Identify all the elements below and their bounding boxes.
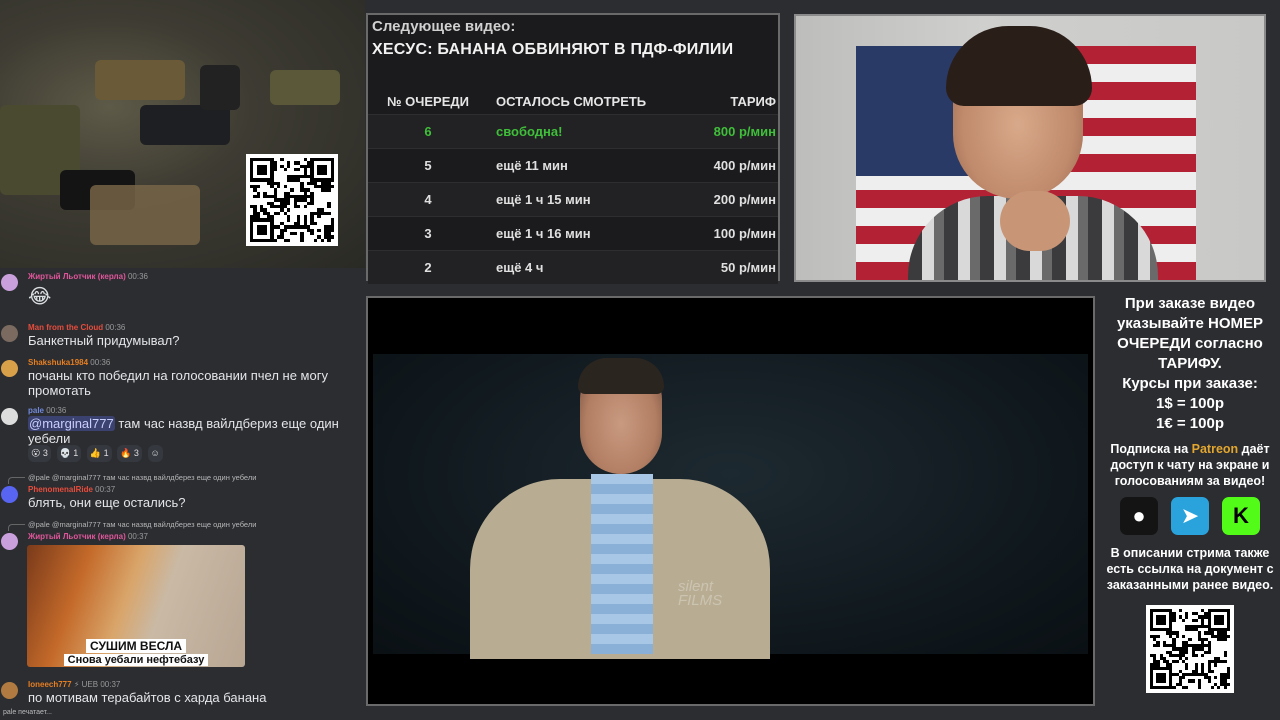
- streamer: [908, 26, 1158, 280]
- gear-photo: [0, 0, 365, 268]
- kick-icon[interactable]: K: [1222, 497, 1260, 535]
- avatar: [1, 533, 18, 550]
- telegram-icon[interactable]: ➤: [1171, 497, 1209, 535]
- attachment-subcaption: Снова уебали нефтебазу: [63, 654, 209, 666]
- subscription-text: Подписка на: [1110, 442, 1192, 456]
- user-badge: ⚡ UEB: [73, 680, 99, 689]
- username[interactable]: Ioneech777: [28, 680, 72, 689]
- queue-panel: Следующее видео: ХЕСУС: БАНАНА ОБВИНЯЮТ …: [366, 13, 780, 284]
- reply-preview[interactable]: @pale @marginal777 там час назвд вайлдбе…: [7, 520, 256, 531]
- qr-code: [246, 154, 338, 246]
- username[interactable]: PhenomenalRide: [28, 485, 93, 494]
- attachment-caption: СУШИМ ВЕСЛА: [85, 639, 187, 653]
- username[interactable]: Man from the Cloud: [28, 323, 103, 332]
- gear-bag-2: [270, 70, 340, 105]
- next-video-title: ХЕСУС: БАНАНА ОБВИНЯЮТ В ПДФ-ФИЛИИ: [372, 41, 734, 58]
- timestamp: 00:36: [90, 358, 111, 367]
- social-icons: ● ➤ K: [1100, 497, 1280, 535]
- gear-controller: [200, 65, 240, 110]
- queue-rate: 200 р/мин: [713, 192, 776, 207]
- reaction[interactable]: ☺: [147, 445, 163, 462]
- message-text: почаны кто победил на голосовании пчел н…: [28, 368, 328, 398]
- queue-number: 6: [424, 124, 432, 139]
- order-instructions: При заказе видео указывайте НОМЕР ОЧЕРЕД…: [1116, 295, 1264, 372]
- queue-rate: 50 р/мин: [720, 260, 776, 275]
- queue-remaining: ещё 1 ч 16 мин: [496, 226, 591, 241]
- image-attachment[interactable]: СУШИМ ВЕСЛА Снова уебали нефтебазу: [27, 545, 245, 667]
- mention[interactable]: @marginal777: [28, 416, 115, 431]
- queue-row: 3 ещё 1 ч 16 мин 100 р/мин: [368, 216, 778, 250]
- username[interactable]: Жиртый Льотчик (керла): [28, 532, 126, 541]
- reply-preview[interactable]: @pale @marginal777 там час назвд вайлдбе…: [7, 473, 256, 484]
- queue-number: 3: [424, 226, 432, 241]
- queue-header: № ОЧЕРЕДИ ОСТАЛОСЬ СМОТРЕТЬ ТАРИФ: [368, 88, 778, 114]
- avatar: [1, 274, 18, 291]
- header-queue-number: № ОЧЕРЕДИ: [387, 94, 469, 109]
- rate-usd: 1$ = 100р: [1156, 395, 1224, 412]
- username[interactable]: Жиртый Льотчик (керла): [28, 272, 126, 281]
- description-info: В описании стрима также есть ссылка на д…: [1106, 546, 1274, 592]
- message-text: по мотивам терабайтов с харда банана: [28, 690, 267, 705]
- timestamp: 00:37: [95, 485, 116, 494]
- patreon-link[interactable]: Patreon: [1192, 442, 1239, 456]
- username[interactable]: pale: [28, 406, 44, 415]
- timestamp: 00:37: [127, 532, 149, 541]
- queue-row: 2 ещё 4 ч 50 р/мин: [368, 250, 778, 284]
- video-frame: silent FILMS: [373, 354, 1088, 659]
- queue-remaining: ещё 11 мин: [496, 158, 568, 173]
- timestamp: 00:36: [46, 406, 67, 415]
- queue-number: 4: [424, 192, 432, 207]
- avatar: [1, 408, 18, 425]
- next-video-label: Следующее видео:: [372, 18, 516, 35]
- emoji: 😂: [28, 286, 52, 308]
- avatar: [1, 682, 18, 699]
- message-text: блять, они еще остались?: [28, 495, 186, 510]
- info-panel: При заказе видео указывайте НОМЕР ОЧЕРЕД…: [1100, 293, 1280, 720]
- patreon-icon[interactable]: ●: [1120, 497, 1158, 535]
- header-remaining: ОСТАЛОСЬ СМОТРЕТЬ: [496, 94, 647, 109]
- gear-drone: [140, 105, 230, 145]
- queue-row: 5 ещё 11 мин 400 р/мин: [368, 148, 778, 182]
- timestamp: 00:36: [105, 323, 126, 332]
- rate-eur: 1€ = 100р: [1156, 415, 1224, 432]
- timestamp: 00:36: [127, 272, 149, 281]
- reaction[interactable]: 😮 3: [28, 445, 51, 462]
- queue-row: 6 свободна! 800 р/мин: [368, 114, 778, 148]
- webcam-feed: [794, 14, 1266, 282]
- username[interactable]: Shakshuka1984: [28, 358, 88, 367]
- queue-rate: 400 р/мин: [713, 158, 776, 173]
- queue-remaining: ещё 1 ч 15 мин: [496, 192, 591, 207]
- queue-remaining: ещё 4 ч: [496, 260, 544, 275]
- subscription-info: Подписка на Patreon даёт доступ к чату н…: [1100, 441, 1280, 489]
- video-watermark: silent FILMS: [678, 578, 723, 609]
- gear-pouch: [95, 60, 185, 100]
- rates-label: Курсы при заказе:: [1122, 375, 1258, 392]
- qr-module: [1226, 685, 1230, 689]
- qr-code: [1146, 605, 1234, 693]
- message-text: Банкетный придумывал?: [28, 333, 180, 348]
- video-player[interactable]: silent FILMS: [366, 296, 1095, 706]
- qr-module: [330, 238, 334, 242]
- avatar: [1, 325, 18, 342]
- queue-row: 4 ещё 1 ч 15 мин 200 р/мин: [368, 182, 778, 216]
- chat-panel: Жиртый Льотчик (керла) 00:36 😂 Man from …: [0, 268, 365, 720]
- queue-rate: 100 р/мин: [713, 226, 776, 241]
- avatar: [1, 360, 18, 377]
- queue-remaining: свободна!: [496, 124, 563, 139]
- gear-pouch-2: [90, 185, 200, 245]
- queue-number: 5: [424, 158, 432, 173]
- queue-number: 2: [424, 260, 432, 275]
- queue-rate: 800 р/мин: [713, 124, 776, 139]
- typing-indicator: pale печатает...: [3, 709, 52, 716]
- timestamp: 00:37: [100, 680, 121, 689]
- discord-avatar: [1, 486, 18, 503]
- header-rate: ТАРИФ: [730, 94, 776, 109]
- reaction[interactable]: 🔥 3: [117, 445, 142, 462]
- reaction[interactable]: 💀 1: [56, 445, 82, 462]
- reactions: 😮 3 💀 1 👍 1 🔥 3 ☺: [28, 444, 358, 462]
- reaction[interactable]: 👍 1: [86, 445, 112, 462]
